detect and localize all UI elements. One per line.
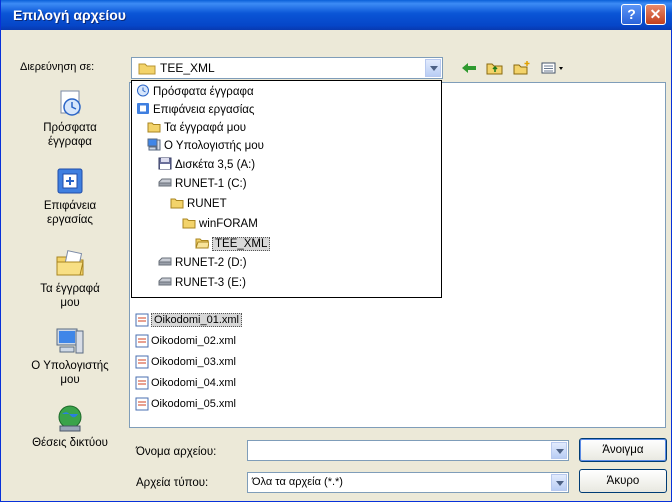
file-item[interactable]: Oikodomi_05.xml — [135, 395, 236, 413]
folder-icon — [138, 63, 156, 75]
floppy-icon — [158, 157, 172, 170]
place-my-documents[interactable]: Τα έγγραφά μου — [15, 248, 125, 310]
my-computer-icon — [147, 138, 161, 151]
place-network[interactable]: Θέσεις δικτύου — [15, 402, 125, 450]
up-folder-button[interactable] — [485, 60, 505, 78]
xml-file-icon — [135, 397, 149, 411]
xml-file-icon — [135, 334, 149, 348]
filename-combo[interactable] — [247, 440, 569, 461]
view-menu-button[interactable] — [539, 60, 567, 78]
file-item[interactable]: Oikodomi_02.xml — [135, 332, 236, 350]
drive-icon — [158, 178, 172, 187]
view-menu-icon — [541, 62, 563, 74]
desktop-icon — [137, 103, 149, 114]
filename-label: Όνομα αρχείου: — [136, 446, 217, 458]
dropdown-item-my-documents[interactable]: Τα έγγραφά μου — [147, 120, 246, 136]
look-in-label: Διερεύνηση σε: — [20, 61, 95, 73]
cancel-button[interactable]: Άκυρο — [579, 469, 667, 493]
window-title: Επιλογή αρχείου — [13, 7, 126, 23]
desktop-icon — [57, 168, 83, 194]
dropdown-item-tee-xml-folder[interactable]: TEE_XML — [195, 236, 271, 252]
new-folder-icon — [513, 61, 530, 75]
dropdown-item-floppy[interactable]: Δισκέτα 3,5 (A:) — [158, 157, 255, 173]
file-item[interactable]: Oikodomi_01.xml — [135, 311, 242, 329]
my-documents-icon — [56, 250, 84, 276]
title-bar[interactable]: Επιλογή αρχείου ? ✕ — [1, 0, 672, 30]
folder-open-icon — [195, 238, 209, 249]
place-my-computer[interactable]: Ο Υπολογιστής μου — [15, 325, 125, 387]
dropdown-item-winforam-folder[interactable]: winFORAM — [182, 216, 258, 232]
file-item[interactable]: Oikodomi_04.xml — [135, 374, 236, 392]
filetype-value: Όλα τα αρχεία (*.*) — [252, 476, 343, 488]
drive-icon — [158, 257, 172, 266]
filetype-dropdown-arrow[interactable] — [551, 474, 567, 491]
recent-documents-icon — [137, 84, 149, 97]
place-recent-documents[interactable]: Πρόσφατα έγγραφα — [15, 87, 125, 149]
help-icon: ? — [627, 6, 636, 22]
dropdown-item-runet-folder[interactable]: RUNET — [170, 196, 227, 212]
filetype-label: Αρχεία τύπου: — [136, 477, 209, 489]
xml-file-icon — [135, 313, 149, 327]
network-places-icon — [58, 405, 82, 432]
dropdown-item-desktop[interactable]: Επιφάνεια εργασίας — [136, 102, 254, 118]
look-in-combo[interactable]: TEE_XML — [131, 57, 443, 79]
dropdown-item-drive-d[interactable]: RUNET-2 (D:) — [158, 255, 247, 271]
folder-icon — [170, 198, 184, 209]
back-arrow-icon — [462, 63, 476, 73]
xml-file-icon — [135, 376, 149, 390]
folder-icon — [147, 122, 161, 133]
file-item[interactable]: Oikodomi_03.xml — [135, 353, 236, 371]
new-folder-button[interactable] — [512, 60, 532, 78]
close-button[interactable]: ✕ — [645, 4, 666, 25]
look-in-dropdown-arrow[interactable] — [425, 59, 441, 77]
up-folder-icon — [486, 63, 503, 75]
drive-icon — [158, 277, 172, 286]
place-desktop[interactable]: Επιφάνεια εργασίας — [15, 165, 125, 227]
dropdown-item-drive-c[interactable]: RUNET-1 (C:) — [158, 176, 247, 192]
close-icon: ✕ — [649, 6, 662, 22]
filename-dropdown-arrow[interactable] — [551, 442, 567, 459]
dropdown-item-recent[interactable]: Πρόσφατα έγγραφα — [136, 84, 254, 100]
filetype-combo[interactable]: Όλα τα αρχεία (*.*) — [247, 472, 569, 493]
dropdown-item-drive-e[interactable]: RUNET-3 (E:) — [158, 275, 246, 291]
recent-documents-icon — [60, 90, 81, 116]
open-button[interactable]: Άνοιγμα — [579, 438, 667, 462]
my-computer-icon — [56, 328, 84, 354]
folder-icon — [182, 218, 196, 229]
look-in-dropdown-list[interactable]: Πρόσφατα έγγραφα Επιφάνεια εργασίας Τα έ… — [131, 80, 442, 298]
back-button[interactable] — [459, 60, 479, 78]
dropdown-item-my-computer[interactable]: Ο Υπολογιστής μου — [147, 138, 264, 154]
file-dialog-window: Επιλογή αρχείου ? ✕ Διερεύνηση σε: TEE_X… — [0, 0, 672, 502]
look-in-value: TEE_XML — [160, 61, 215, 75]
xml-file-icon — [135, 355, 149, 369]
help-button[interactable]: ? — [621, 4, 642, 25]
